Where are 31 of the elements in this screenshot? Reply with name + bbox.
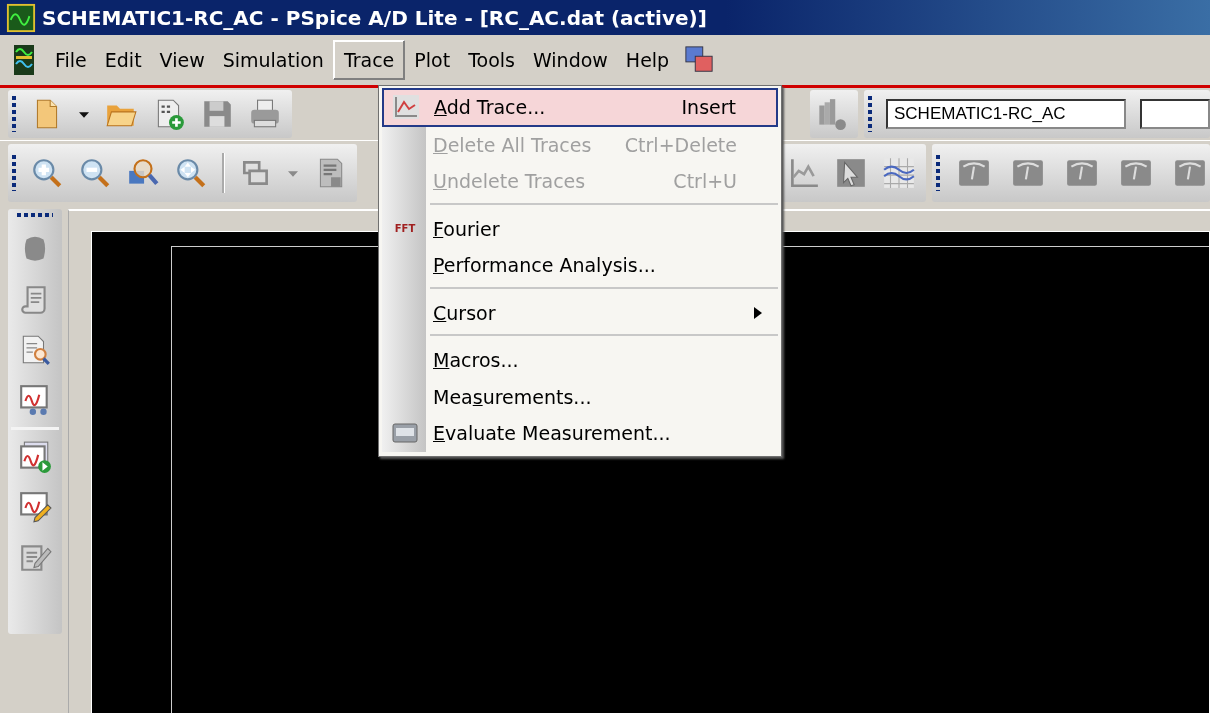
menu-item[interactable]: File [46, 42, 96, 78]
menu-item[interactable]: Performance Analysis... [382, 247, 778, 284]
menu-item[interactable]: Macros... [382, 342, 778, 379]
fft-icon: FFT [394, 223, 416, 235]
zoom-in-icon[interactable] [30, 156, 64, 190]
zoom-fit-icon[interactable] [174, 156, 208, 190]
menu-item[interactable]: Trace [332, 40, 406, 80]
profile-field[interactable]: SCHEMATIC1-RC_AC [886, 99, 1126, 129]
graph-icon [392, 94, 420, 121]
menu-item[interactable]: Cursor [382, 294, 778, 331]
wave-play-icon[interactable] [18, 440, 52, 474]
wave-grid-icon[interactable] [882, 156, 916, 190]
menu-item[interactable]: Measurements... [382, 378, 778, 415]
menu-item[interactable]: Add Trace... Insert [382, 88, 778, 127]
menu-item[interactable]: Plot [405, 42, 460, 78]
text-field[interactable] [1140, 99, 1210, 129]
menu-item[interactable]: FFT Fourier [382, 210, 778, 247]
menu-item[interactable]: Simulation [213, 42, 333, 78]
window-title: SCHEMATIC1-RC_AC - PSpice A/D Lite - [RC_AC.dat (active)] [42, 5, 707, 30]
menu-item[interactable]: Edit [95, 42, 151, 78]
menu-item[interactable]: Window [523, 42, 617, 78]
cursor-plot-icon[interactable] [834, 156, 868, 190]
menu-item[interactable]: Help [616, 42, 679, 78]
menu-item[interactable]: View [150, 42, 214, 78]
app-icon [4, 2, 38, 33]
restore-window-icon[interactable] [684, 45, 715, 75]
wave-pencil-icon[interactable] [18, 490, 52, 524]
submenu-arrow-icon [753, 305, 763, 320]
menu-item[interactable]: Tools [459, 42, 524, 78]
menu-item[interactable]: Evaluate Measurement... [382, 415, 778, 452]
zoom-out-icon[interactable] [78, 156, 112, 190]
